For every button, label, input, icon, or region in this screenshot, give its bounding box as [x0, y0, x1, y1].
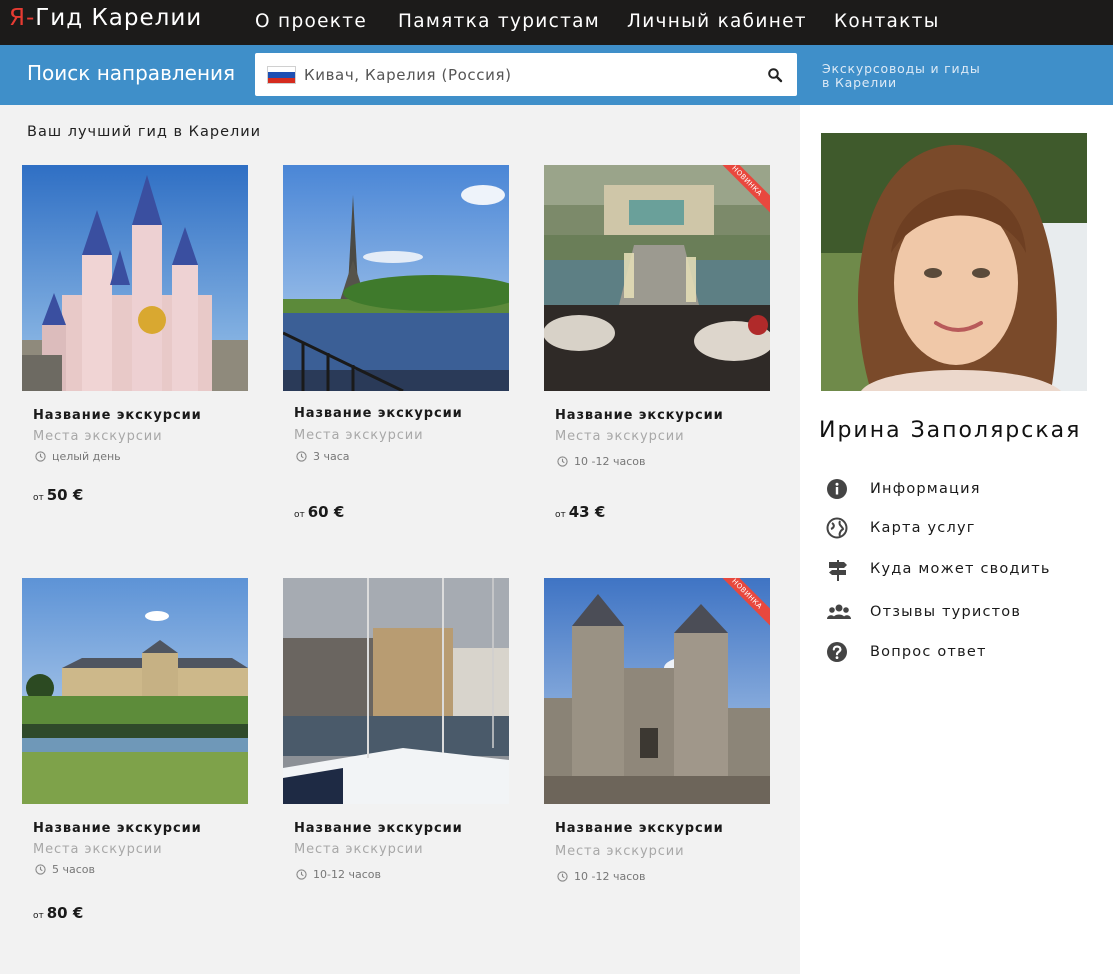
menu-item-label: Вопрос ответ: [870, 644, 987, 660]
clock-icon: [296, 869, 307, 880]
search-box[interactable]: [255, 53, 797, 96]
russia-flag-icon: [267, 66, 296, 84]
excursion-place: Места экскурсии: [294, 428, 424, 443]
price-value: 60 €: [307, 503, 345, 521]
excursion-photo-medieval-castle[interactable]: НОВИНКА: [544, 578, 770, 804]
menu-item-label: Информация: [870, 481, 981, 497]
price-value: 80 €: [46, 904, 84, 922]
excursion-price: от 43 €: [555, 503, 605, 521]
page-subtitle: Ваш лучший гид в Карелии: [27, 124, 262, 140]
people-icon: [827, 604, 851, 619]
price-value: 43 €: [568, 503, 606, 521]
excursion-name[interactable]: Название экскурсии: [294, 821, 463, 836]
info-icon: [827, 479, 847, 499]
excursion-name[interactable]: Название экскурсии: [294, 406, 463, 421]
duration-text: 3 часа: [313, 450, 350, 463]
excursion-place: Места экскурсии: [33, 429, 163, 444]
excursion-name[interactable]: Название экскурсии: [555, 821, 724, 836]
excursion-photo-palace[interactable]: [22, 578, 248, 804]
duration-text: 5 часов: [52, 863, 95, 876]
excursion-place: Места экскурсии: [555, 429, 685, 444]
search-bar: Поиск направления Экскурсоводы и гиды в …: [0, 45, 1113, 105]
guide-name: Ирина Заполярская: [819, 418, 1082, 443]
nav-contacts[interactable]: Контакты: [834, 11, 940, 32]
excursion-price: от 60 €: [294, 503, 344, 521]
excursion-duration: 10 -12 часов: [557, 870, 645, 883]
excursion-card[interactable]: Название экскурсии Места экскурсии 3 час…: [283, 165, 509, 545]
excursion-price: от 50 €: [33, 486, 83, 504]
site-logo[interactable]: Я-Гид Карелии: [9, 5, 202, 31]
excursion-photo-eiffel[interactable]: [283, 165, 509, 391]
menu-item-label: Отзывы туристов: [870, 604, 1022, 620]
clock-icon: [35, 451, 46, 462]
excursion-duration: 10-12 часов: [296, 868, 381, 881]
excursion-place: Места экскурсии: [555, 844, 685, 859]
search-input[interactable]: [304, 53, 759, 96]
top-navigation-bar: Я-Гид Карелии О проекте Памятка туристам…: [0, 0, 1113, 45]
clock-icon: [296, 451, 307, 462]
price-prefix: от: [33, 493, 44, 503]
excursion-card[interactable]: Название экскурсии Места экскурсии целый…: [22, 165, 248, 545]
excursion-place: Места экскурсии: [294, 842, 424, 857]
excursion-card[interactable]: Название экскурсии Места экскурсии 5 час…: [22, 578, 248, 958]
main-content: Ваш лучший гид в Карелии Название экскур…: [0, 105, 800, 974]
guide-profile: Ирина Заполярская Информация Карта услуг…: [800, 105, 1113, 974]
clock-icon: [557, 456, 568, 467]
globe-icon: [826, 517, 848, 539]
excursion-name[interactable]: Название экскурсии: [33, 821, 202, 836]
excursion-photo-castle[interactable]: [22, 165, 248, 391]
excursion-card[interactable]: НОВИНКА Название экскурсии Места экскурс…: [544, 578, 770, 958]
excursion-price: от 80 €: [33, 904, 83, 922]
excursion-name[interactable]: Название экскурсии: [33, 408, 202, 423]
excursion-place: Места экскурсии: [33, 842, 163, 857]
search-icon[interactable]: [767, 67, 783, 83]
logo-text: Гид Карелии: [35, 5, 203, 31]
excursion-duration: целый день: [35, 450, 121, 463]
price-value: 50 €: [46, 486, 84, 504]
menu-item-label: Карта услуг: [870, 520, 976, 536]
nav-account[interactable]: Личный кабинет: [627, 11, 807, 32]
excursion-duration: 10 -12 часов: [557, 455, 645, 468]
excursion-name[interactable]: Название экскурсии: [555, 408, 724, 423]
price-prefix: от: [294, 510, 305, 520]
menu-item-label: Куда может сводить: [870, 561, 1051, 577]
guide-avatar[interactable]: [821, 133, 1087, 391]
question-icon: [827, 642, 847, 662]
excursion-card[interactable]: Название экскурсии Места экскурсии 10-12…: [283, 578, 509, 958]
price-prefix: от: [555, 510, 566, 520]
excursion-duration: 3 часа: [296, 450, 350, 463]
clock-icon: [557, 871, 568, 882]
nav-about[interactable]: О проекте: [255, 11, 367, 32]
price-prefix: от: [33, 911, 44, 921]
excursion-card[interactable]: НОВИНКА Название экскурсии Места экскурс…: [544, 165, 770, 545]
guides-link[interactable]: Экскурсоводы и гиды в Карелии: [822, 62, 1052, 90]
excursion-photo-harbor[interactable]: [283, 578, 509, 804]
logo-accent: Я-: [9, 5, 36, 31]
duration-text: 10 -12 часов: [574, 870, 646, 883]
clock-icon: [35, 864, 46, 875]
duration-text: целый день: [52, 450, 121, 463]
excursion-photo-restaurant[interactable]: НОВИНКА: [544, 165, 770, 391]
duration-text: 10-12 часов: [313, 868, 381, 881]
nav-tourist-guide[interactable]: Памятка туристам: [398, 11, 600, 32]
search-title: Поиск направления: [27, 61, 236, 85]
signpost-icon: [829, 560, 847, 581]
excursion-duration: 5 часов: [35, 863, 95, 876]
duration-text: 10 -12 часов: [574, 455, 646, 468]
